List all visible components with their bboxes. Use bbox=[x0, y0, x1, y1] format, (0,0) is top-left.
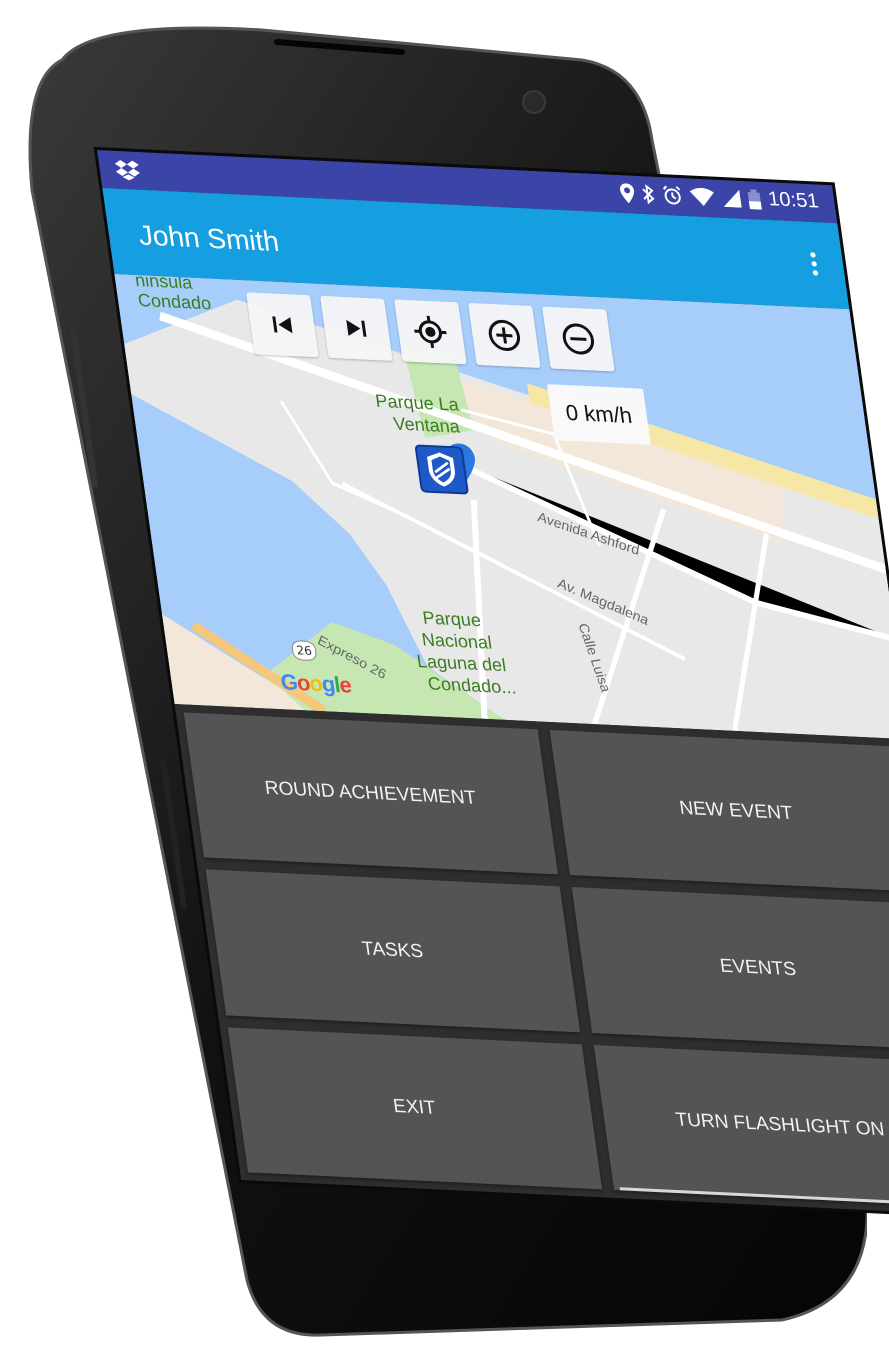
events-button[interactable]: EVENTS bbox=[571, 887, 889, 1050]
status-icons: 10:51 bbox=[619, 181, 820, 214]
wifi-icon bbox=[689, 187, 714, 206]
new-event-button[interactable]: NEW EVENT bbox=[549, 729, 889, 893]
zoom-in-button[interactable] bbox=[468, 302, 541, 368]
action-grid: ROUND ACHIEVEMENT NEW EVENT TASKS EVENTS… bbox=[174, 704, 889, 1216]
skip-previous-button[interactable] bbox=[246, 292, 319, 358]
zoom-out-icon bbox=[562, 323, 595, 355]
map-label-parque-nacional-1: Parque bbox=[421, 607, 483, 631]
user-name-title: John Smith bbox=[136, 219, 281, 258]
my-location-button[interactable] bbox=[394, 299, 467, 365]
round-achievement-button[interactable]: ROUND ACHIEVEMENT bbox=[183, 712, 558, 875]
zoom-in-icon bbox=[488, 319, 521, 351]
skip-previous-icon bbox=[272, 316, 293, 334]
bluetooth-icon bbox=[642, 183, 655, 204]
flashlight-button[interactable]: TURN FLASHLIGHT ON bbox=[593, 1044, 889, 1207]
map-label-parque-ventana-2: Ventana bbox=[392, 413, 462, 437]
map-label-parque-ventana-1: Parque La bbox=[374, 390, 460, 415]
more-vert-icon[interactable] bbox=[810, 252, 820, 281]
speed-readout: 0 km/h bbox=[546, 384, 651, 445]
battery-icon bbox=[747, 188, 762, 210]
clock: 10:51 bbox=[766, 188, 820, 213]
skip-next-icon bbox=[346, 319, 367, 337]
google-logo: Google bbox=[278, 669, 353, 698]
front-camera bbox=[522, 90, 546, 114]
dropbox-icon bbox=[114, 159, 142, 187]
map-view[interactable]: ninsula Condado Parque La Ventana Avenid… bbox=[114, 274, 889, 740]
map-label-parque-nacional-4: Condado... bbox=[426, 673, 518, 698]
zoom-out-button[interactable] bbox=[542, 306, 615, 372]
my-location-icon bbox=[414, 315, 447, 348]
exit-button[interactable]: EXIT bbox=[227, 1027, 602, 1190]
map-label-condado: Condado bbox=[136, 289, 213, 314]
alarm-icon bbox=[662, 185, 681, 205]
tasks-button[interactable]: TASKS bbox=[205, 869, 580, 1033]
signal-icon bbox=[723, 189, 742, 208]
location-icon bbox=[619, 182, 634, 203]
skip-next-button[interactable] bbox=[320, 295, 393, 361]
